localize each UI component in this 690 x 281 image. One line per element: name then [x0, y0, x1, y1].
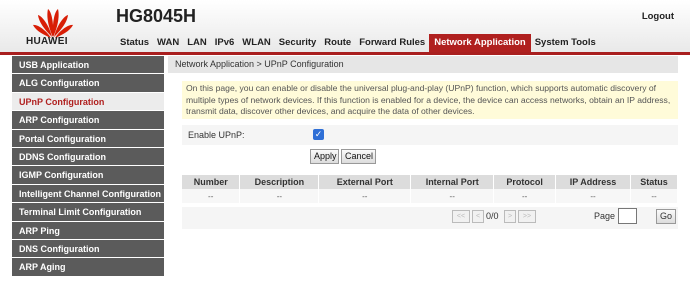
logout-link[interactable]: Logout: [642, 11, 674, 22]
cell-internal-port: --: [410, 189, 495, 203]
cell-number: --: [182, 189, 241, 203]
nav-route[interactable]: Route: [320, 34, 355, 52]
last-page-button[interactable]: >>: [518, 210, 536, 223]
cell-protocol: --: [493, 189, 557, 203]
sidebar-item-ddns-configuration[interactable]: DDNS Configuration: [12, 147, 164, 167]
nav-wan[interactable]: WAN: [153, 34, 183, 52]
upnp-port-table: Number Description External Port Interna…: [182, 175, 679, 203]
sidebar-item-usb-application[interactable]: USB Application: [12, 56, 164, 75]
sidebar-item-intelligent-channel[interactable]: Intelligent Channel Configuration: [12, 184, 164, 204]
column-protocol: Protocol: [493, 175, 557, 189]
page-count: 0/0: [486, 211, 499, 221]
column-description: Description: [239, 175, 320, 189]
enable-upnp-checkbox[interactable]: ✓: [313, 129, 324, 140]
sidebar-item-igmp-configuration[interactable]: IGMP Configuration: [12, 166, 164, 185]
top-nav: Status WAN LAN IPv6 WLAN Security Route …: [116, 34, 600, 52]
cancel-button[interactable]: Cancel: [341, 149, 376, 164]
cell-ip-address: --: [555, 189, 631, 203]
sidebar-item-terminal-limit[interactable]: Terminal Limit Configuration: [12, 203, 164, 222]
page-label: Page: [594, 211, 616, 221]
sidebar-item-arp-ping[interactable]: ARP Ping: [12, 221, 164, 240]
sidebar: USB Application ALG Configuration UPnP C…: [12, 56, 164, 277]
sidebar-item-upnp-configuration[interactable]: UPnP Configuration: [12, 92, 164, 112]
enable-upnp-label: Enable UPnP:: [188, 130, 245, 140]
header: HUAWEI HG8045H Logout Status WAN LAN IPv…: [0, 0, 690, 55]
enable-upnp-row: Enable UPnP: ✓: [182, 125, 678, 145]
page-number-input[interactable]: [618, 208, 637, 224]
nav-ipv6[interactable]: IPv6: [211, 34, 239, 52]
column-number: Number: [182, 175, 241, 189]
device-model-title: HG8045H: [116, 6, 197, 26]
sidebar-item-alg-configuration[interactable]: ALG Configuration: [12, 74, 164, 93]
nav-system-tools[interactable]: System Tools: [531, 34, 600, 52]
cell-description: --: [239, 189, 320, 203]
prev-page-button[interactable]: <: [472, 210, 484, 223]
column-internal-port: Internal Port: [410, 175, 495, 189]
nav-lan[interactable]: LAN: [183, 34, 211, 52]
column-status: Status: [630, 175, 679, 189]
sidebar-item-dns-configuration[interactable]: DNS Configuration: [12, 239, 164, 259]
nav-status[interactable]: Status: [116, 34, 153, 52]
pagination: << < 0/0 > >> Page Go: [182, 207, 678, 229]
apply-button[interactable]: Apply: [310, 149, 339, 164]
cell-status: --: [630, 189, 679, 203]
column-ip-address: IP Address: [555, 175, 631, 189]
sidebar-item-arp-aging[interactable]: ARP Aging: [12, 258, 164, 277]
first-page-button[interactable]: <<: [452, 210, 470, 223]
cell-external-port: --: [318, 189, 412, 203]
table-row: -- -- -- -- -- -- --: [182, 189, 679, 203]
brand-text: HUAWEI: [26, 36, 68, 47]
column-external-port: External Port: [318, 175, 412, 189]
sidebar-item-arp-configuration[interactable]: ARP Configuration: [12, 111, 164, 130]
go-button[interactable]: Go: [656, 209, 676, 224]
nav-security[interactable]: Security: [275, 34, 321, 52]
breadcrumb: Network Application > UPnP Configuration: [168, 56, 678, 73]
nav-forward-rules[interactable]: Forward Rules: [355, 34, 429, 52]
sidebar-item-portal-configuration[interactable]: Portal Configuration: [12, 129, 164, 148]
nav-network-application[interactable]: Network Application: [429, 34, 531, 52]
page-description: On this page, you can enable or disable …: [182, 81, 678, 119]
next-page-button[interactable]: >: [504, 210, 516, 223]
table-header-row: Number Description External Port Interna…: [182, 175, 679, 189]
nav-wlan[interactable]: WLAN: [238, 34, 275, 52]
